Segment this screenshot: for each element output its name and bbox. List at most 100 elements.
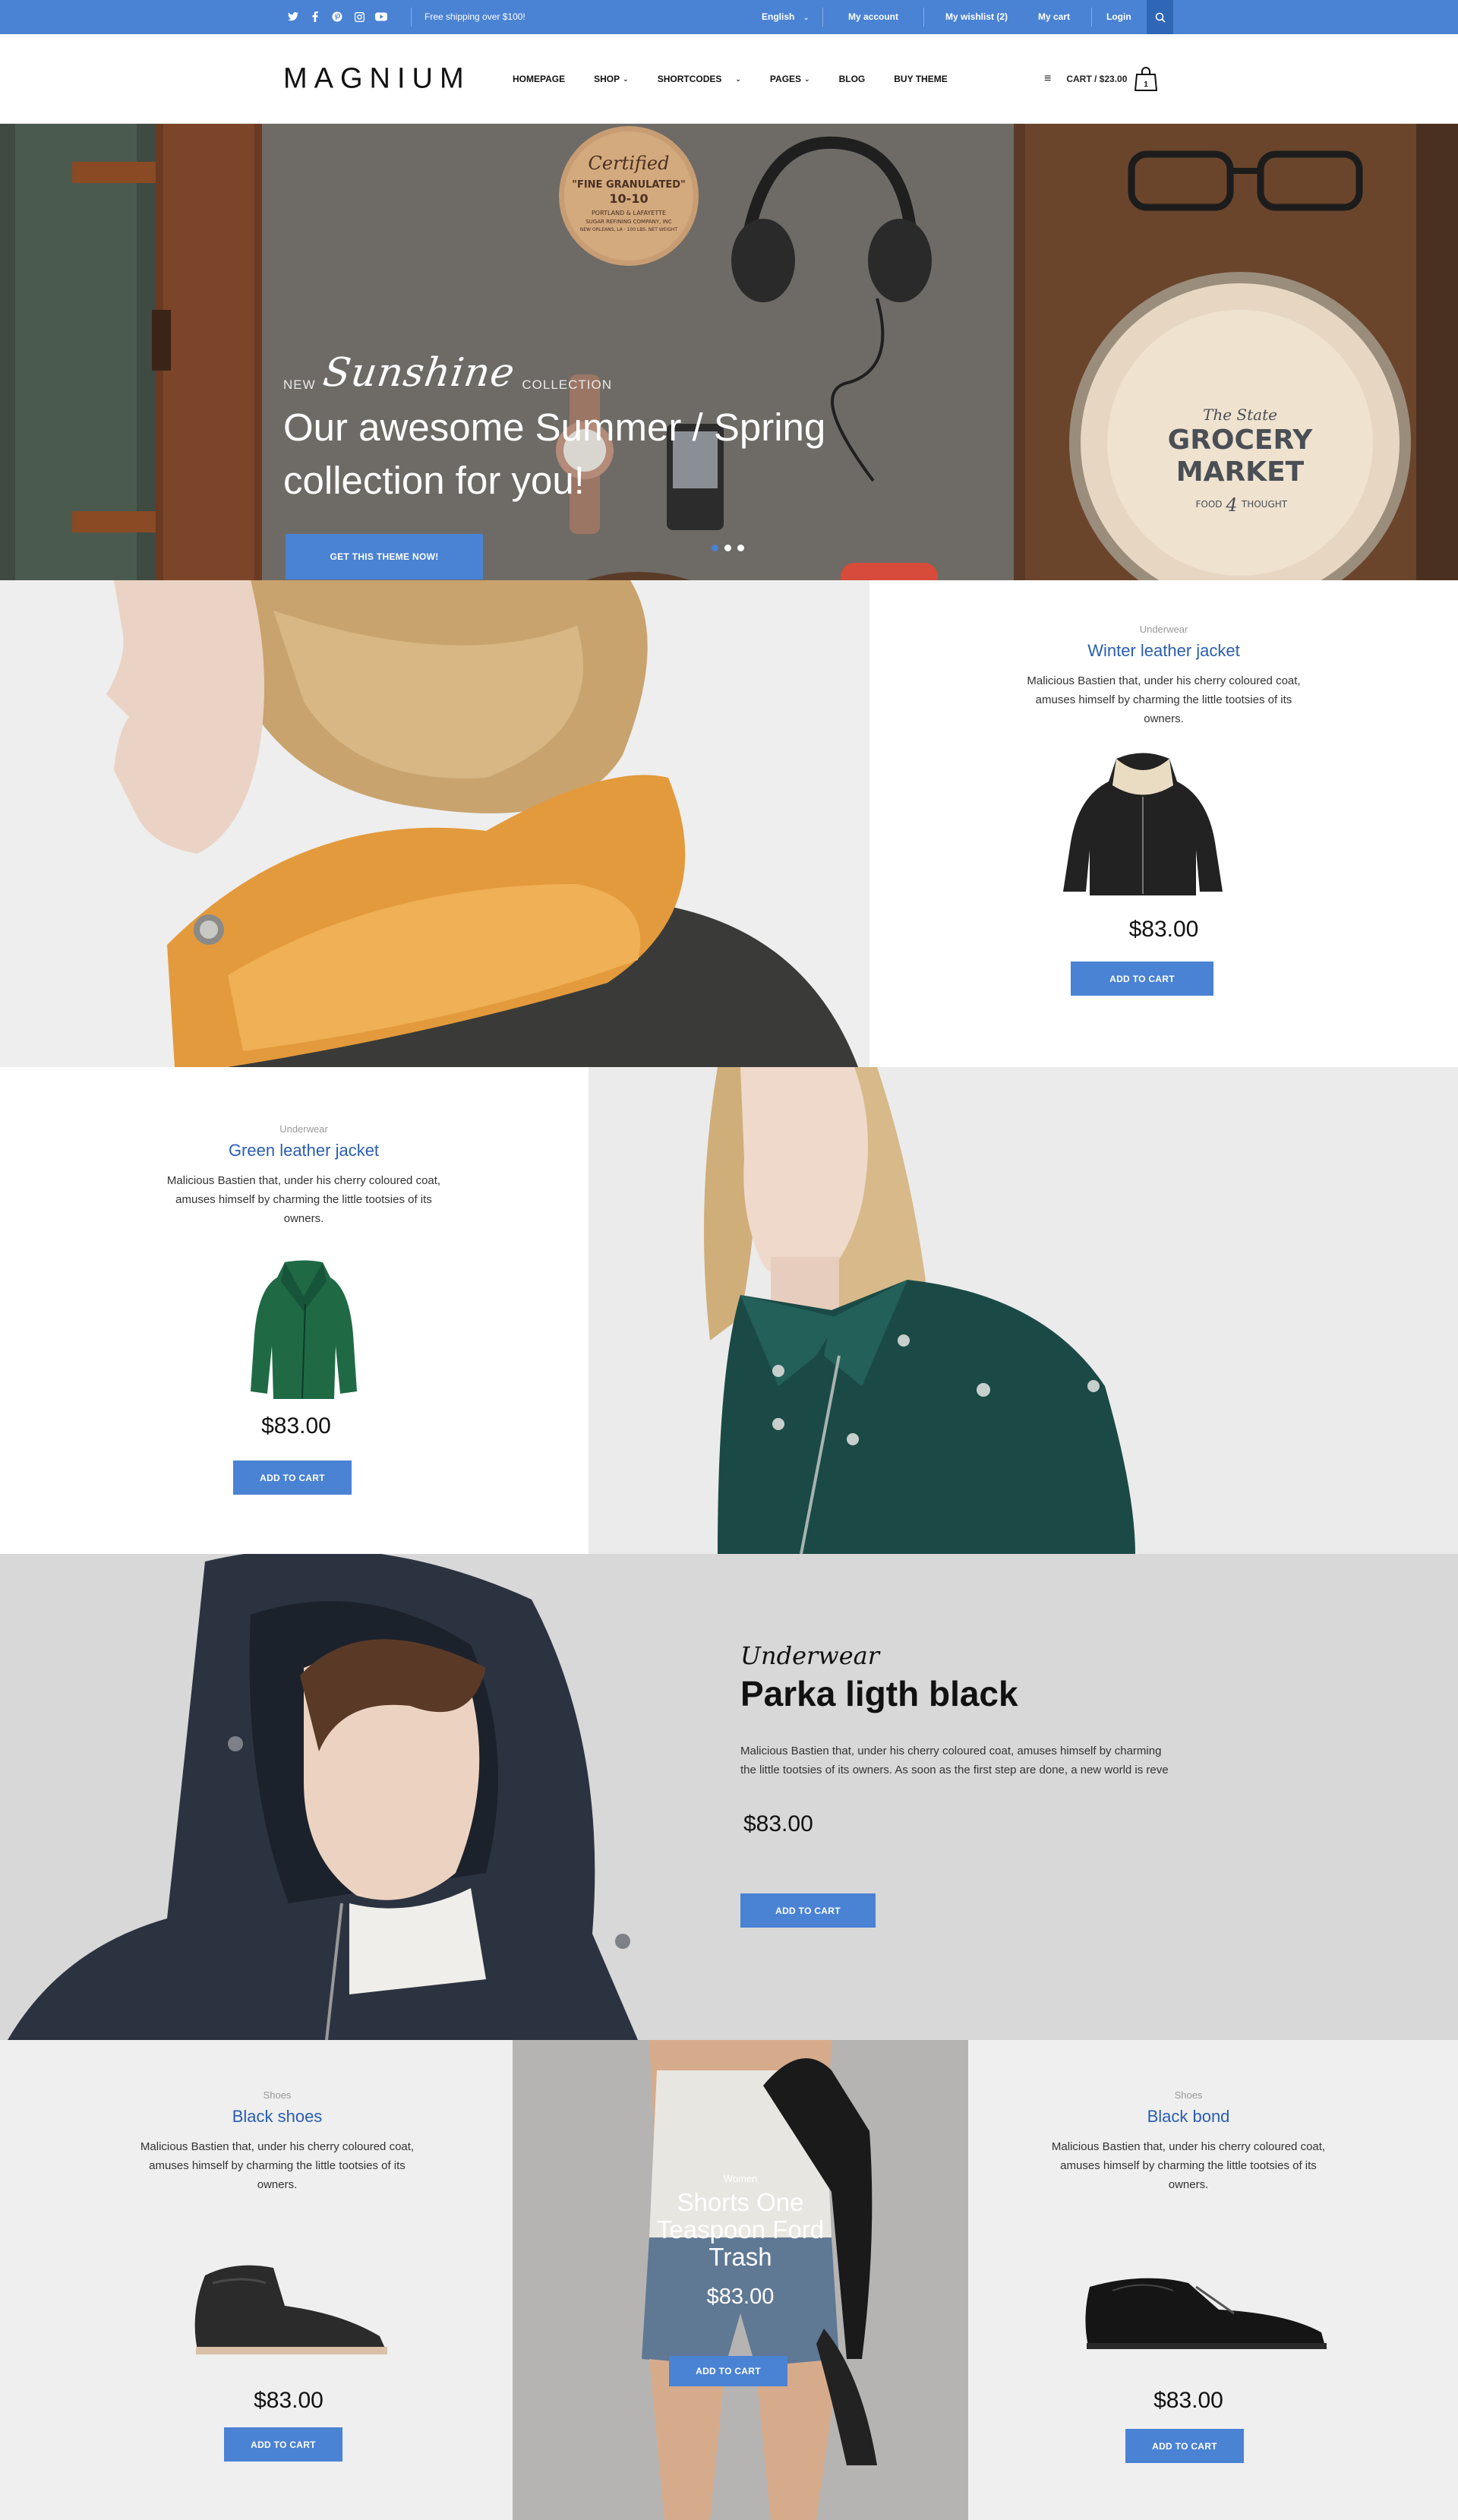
black-bond-shoe-image[interactable] <box>1082 2256 1333 2355</box>
hero-headline-line: Our awesome Summer / Spring <box>283 406 826 449</box>
product-title[interactable]: Winter leather jacket <box>869 641 1458 661</box>
pinterest-icon[interactable] <box>331 11 343 23</box>
plate-text: FOOD <box>1195 499 1222 510</box>
slider-dot[interactable] <box>737 545 744 551</box>
instagram-icon[interactable] <box>353 11 365 23</box>
divider <box>1091 8 1092 27</box>
cart-total-link[interactable]: CART / $23.00 <box>1066 74 1127 84</box>
plate-text: GROCERY <box>1168 425 1314 456</box>
product-card-parka: Underwear Parka ligth black Malicious Ba… <box>740 1641 1181 1837</box>
product-category: Underwear <box>279 1123 328 1135</box>
product-description: Malicious Bastien that, under his cherry… <box>1027 674 1301 725</box>
chevron-down-icon: ⌄ <box>804 74 810 83</box>
green-jacket-image[interactable] <box>251 1258 357 1403</box>
site-logo[interactable]: MAGNIUM <box>283 63 471 96</box>
nav-shortcodes[interactable]: SHORTCODES ⌄ <box>658 74 741 84</box>
product-price: $83.00 <box>706 2285 775 2309</box>
nav-label: HOMEPAGE <box>513 74 566 84</box>
cart-count: 1 <box>1144 81 1149 89</box>
product-price: $83.00 <box>1128 917 1199 942</box>
nav-label: SHOP <box>594 74 620 84</box>
product-category: Shoes <box>263 2089 292 2101</box>
add-to-cart-button[interactable]: ADD TO CART <box>233 1461 352 1495</box>
my-cart-link[interactable]: My cart <box>1038 0 1070 34</box>
product-card-shorts: Women Shorts One Teaspoon Ford Trash $83… <box>513 2040 968 2520</box>
product-price: $83.00 <box>261 1413 331 1438</box>
facebook-icon[interactable] <box>309 11 321 23</box>
add-to-cart-button[interactable]: ADD TO CART <box>1125 2429 1244 2463</box>
hero-image: The State GROCERY MARKET FOOD 4 THOUGHT … <box>0 124 1458 580</box>
my-wishlist-link[interactable]: My wishlist (2) <box>945 0 1008 34</box>
search-button[interactable] <box>1147 0 1173 34</box>
product-description: Malicious Bastien that, under his cherry… <box>140 2140 415 2191</box>
nav-pages[interactable]: PAGES ⌄ <box>770 74 810 84</box>
add-to-cart-button[interactable]: ADD TO CART <box>224 2427 342 2462</box>
twitter-icon[interactable] <box>287 11 299 23</box>
product-parka-section: Underwear Parka ligth black Malicious Ba… <box>0 1554 1458 2040</box>
black-shoe-image[interactable] <box>190 2253 395 2367</box>
product-title[interactable]: Green leather jacket <box>0 1141 608 1161</box>
product-description: Malicious Bastien that, under his cherry… <box>740 1745 1169 1776</box>
hero-collection: COLLECTION <box>522 377 612 392</box>
product-green-section: Underwear Green leather jacket Malicious… <box>0 1067 1458 1554</box>
add-to-cart-button[interactable]: ADD TO CART <box>669 2356 787 2386</box>
nav-label: BLOG <box>838 74 866 84</box>
product-category: Women <box>723 2173 758 2184</box>
product-winter-section: Underwear Winter leather jacket Maliciou… <box>0 580 1458 1067</box>
search-icon <box>1155 12 1166 23</box>
language-select[interactable]: English ⌄ <box>762 0 809 35</box>
hero-pretitle: NEW Sunshine COLLECTION <box>283 350 612 396</box>
hero-new: NEW <box>283 377 316 392</box>
product-description: Malicious Bastien that, under his cherry… <box>166 1174 441 1225</box>
nav-buy-theme[interactable]: BUY THEME <box>894 74 947 84</box>
plate-text: THOUGHT <box>1241 499 1288 510</box>
login-link[interactable]: Login <box>1106 0 1131 34</box>
main-nav: HOMEPAGE SHOP ⌄ SHORTCODES ⌄ PAGES ⌄ BLOG B… <box>513 34 977 124</box>
my-account-link[interactable]: My account <box>848 0 898 34</box>
get-theme-button[interactable]: GET THIS THEME NOW! <box>286 534 483 579</box>
product-description: Malicious Bastien that, under his cherry… <box>1051 2140 1326 2191</box>
slider-dot[interactable] <box>712 545 718 551</box>
product-title[interactable]: Parka ligth black <box>740 1673 1181 1714</box>
hero-headline-line: collection for you! <box>283 459 585 502</box>
product-card-black-bond: Shoes Black bond Malicious Bastien that,… <box>968 2040 1458 2520</box>
add-to-cart-button[interactable]: ADD TO CART <box>740 1893 876 1928</box>
coaster-text: "FINE GRANULATED" <box>572 179 686 191</box>
chevron-down-icon: ⌄ <box>735 74 741 83</box>
nav-label: SHORTCODES <box>657 74 722 84</box>
social-links <box>287 11 387 23</box>
product-price: $83.00 <box>1153 2388 1223 2413</box>
language-label: English <box>762 11 795 22</box>
main-header: MAGNIUM HOMEPAGE SHOP ⌄ SHORTCODES ⌄ PAGES… <box>0 34 1458 124</box>
nav-shop[interactable]: SHOP ⌄ <box>594 74 629 84</box>
hero-slider: The State GROCERY MARKET FOOD 4 THOUGHT … <box>0 124 1458 580</box>
divider <box>411 8 412 27</box>
shopping-bag-icon[interactable]: 1 <box>1135 66 1158 92</box>
slider-dot[interactable] <box>724 545 731 551</box>
coaster-text: SUGAR REFINING COMPANY, INC <box>585 219 672 225</box>
coaster-text: PORTLAND & LAFAYETTE <box>592 210 666 216</box>
model-orange-collar-image <box>0 580 869 1067</box>
product-title[interactable]: Shorts One Teaspoon Ford Trash <box>630 2189 850 2271</box>
product-card-black-shoes: Shoes Black shoes Malicious Bastien that… <box>0 2040 513 2520</box>
nav-label: PAGES <box>769 74 802 84</box>
product-card-winter: Underwear Winter leather jacket Maliciou… <box>869 580 1458 1067</box>
youtube-icon[interactable] <box>375 11 387 23</box>
chevron-down-icon: ⌄ <box>803 14 809 21</box>
black-jacket-image[interactable] <box>1063 751 1223 899</box>
hero-headline: Our awesome Summer / Spring collection f… <box>283 401 891 507</box>
menu-icon[interactable]: ≡ <box>1044 72 1051 86</box>
product-title[interactable]: Black bond <box>968 2107 1409 2127</box>
coaster-prop: Certified "FINE GRANULATED" 10-10 PORTLA… <box>559 126 699 266</box>
slider-dots <box>712 545 744 551</box>
product-title[interactable]: Black shoes <box>0 2107 554 2127</box>
header-actions: ≡ CART / $23.00 1 <box>1044 34 1158 124</box>
product-price: $83.00 <box>743 1811 813 1836</box>
coaster-text: NEW ORLEANS, LA · 100 LBS. NET WEIGHT <box>580 227 678 232</box>
nav-blog[interactable]: BLOG <box>839 74 866 84</box>
hero-script-title: Sunshine <box>320 350 518 396</box>
add-to-cart-button[interactable]: ADD TO CART <box>1071 962 1213 996</box>
nav-label: BUY THEME <box>894 74 948 84</box>
nav-homepage[interactable]: HOMEPAGE <box>513 74 565 84</box>
product-category: Shoes <box>1174 2089 1203 2101</box>
